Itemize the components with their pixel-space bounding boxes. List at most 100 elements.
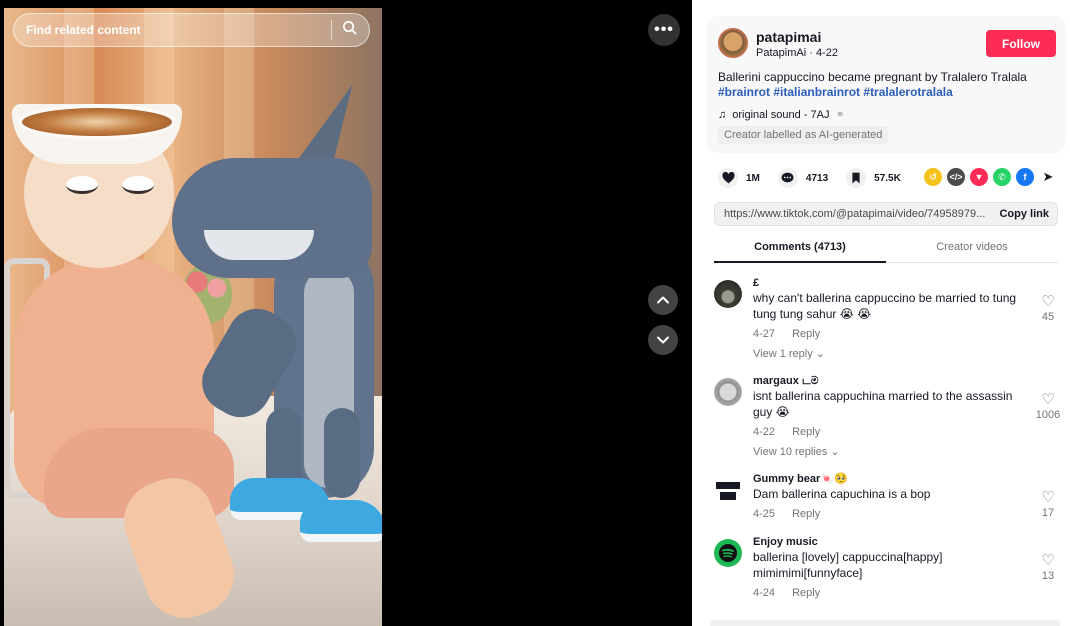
comment-date: 4-22 [753, 426, 776, 438]
commenter-avatar[interactable] [714, 476, 742, 504]
panel-tabs: Comments (4713) Creator videos [714, 236, 1058, 263]
video-info-card: patapimai PatapimAi · 4-22 Follow Baller… [706, 16, 1066, 153]
share-icons: ↺ </> ▼ ✆ f ➤ [924, 168, 1057, 186]
commenter-avatar[interactable] [714, 280, 742, 308]
comment-like-count: 13 [1041, 570, 1055, 582]
send-icon[interactable]: ▼ [970, 168, 988, 186]
music-note-icon: ♫ [718, 108, 727, 121]
sneaker [300, 500, 382, 542]
video-description: Ballerini cappuccino became pregnant by … [718, 70, 1058, 100]
hashtag-link[interactable]: #tralalerotralala [863, 85, 952, 99]
action-bar: 1M 4713 57.5K ↺ </> ▼ ✆ f ➤ [718, 168, 1062, 188]
tab-comments[interactable]: Comments (4713) [714, 236, 886, 263]
video-player[interactable] [4, 8, 382, 626]
comment-icon [777, 168, 798, 188]
comment-text: why can't ballerina cappuccino be marrie… [753, 291, 1017, 321]
copy-link-button[interactable]: Copy link [991, 208, 1057, 220]
comment-text: ballerina [lovely] cappuccina[happy] mim… [753, 550, 943, 580]
save-action[interactable]: 57.5K [846, 168, 901, 188]
like-action[interactable]: 1M [718, 168, 760, 188]
commenter-name[interactable]: margaux டම [753, 374, 1025, 388]
video-link-row: https://www.tiktok.com/@patapimai/video/… [714, 202, 1058, 226]
heart-outline-icon: ♡ [1041, 552, 1055, 569]
comment-like[interactable]: ♡ 1006 [1032, 392, 1064, 422]
comment-like-count: 17 [1041, 507, 1055, 519]
author-meta: PatapimAi · 4-22 [756, 47, 838, 59]
reply-button[interactable]: Reply [792, 508, 820, 520]
reply-button[interactable]: Reply [792, 426, 820, 438]
comment-body: Enjoy music ballerina [lovely] cappuccin… [753, 535, 1025, 600]
comment-body: Gummy bear🍬🥺 Dam ballerina capuchina is … [753, 472, 1025, 521]
comment-action[interactable]: 4713 [777, 168, 829, 188]
like-count: 1M [746, 172, 760, 184]
comment-meta: 4-24 Reply [753, 586, 1025, 600]
author-avatar[interactable] [718, 28, 748, 58]
author-handle: PatapimAi [756, 47, 807, 59]
chevron-down-icon [657, 336, 669, 344]
heart-outline-icon: ♡ [1041, 489, 1055, 506]
comment-date: 4-27 [753, 328, 776, 340]
commenter-avatar[interactable] [714, 539, 742, 567]
cricket-logo-icon [716, 482, 740, 500]
comment-item: margaux டම isnt ballerina cappuchina mar… [714, 374, 1064, 472]
comment-like[interactable]: ♡ 13 [1032, 553, 1064, 583]
save-count: 57.5K [874, 172, 901, 184]
latte-art [18, 104, 176, 140]
comment-date: 4-24 [753, 587, 776, 599]
sound-label: original sound - 7AJ [732, 108, 830, 121]
heart-outline-icon: ♡ [1041, 391, 1055, 408]
comment-item: Gummy bear🍬🥺 Dam ballerina capuchina is … [714, 472, 1064, 535]
share-arrow-icon[interactable]: ➤ [1039, 168, 1057, 186]
code-icon[interactable]: </> [947, 168, 965, 186]
comment-item: £ why can't ballerina cappuccino be marr… [714, 276, 1064, 374]
facebook-icon[interactable]: f [1016, 168, 1034, 186]
more-options-button[interactable]: ••• [648, 14, 680, 46]
next-video-button[interactable] [648, 325, 678, 355]
reply-button[interactable]: Reply [792, 328, 820, 340]
search-input[interactable] [26, 23, 321, 37]
hashtag-link[interactable]: #brainrot [718, 85, 770, 99]
heart-icon [718, 168, 738, 188]
search-divider [331, 20, 332, 40]
author-name[interactable]: patapimai [756, 29, 821, 45]
commenter-avatar[interactable] [714, 378, 742, 406]
comment-count: 4713 [805, 172, 829, 184]
post-date: 4-22 [815, 47, 838, 59]
comment-like[interactable]: ♡ 45 [1032, 294, 1064, 324]
side-panel: patapimai PatapimAi · 4-22 Follow Baller… [692, 0, 1070, 626]
search-icon[interactable] [342, 20, 357, 40]
view-replies-button[interactable]: View 1 reply ⌄ [753, 347, 1025, 361]
comment-text: Dam ballerina capuchina is a bop [753, 487, 931, 501]
search-bar[interactable] [13, 13, 370, 47]
comment-meta: 4-25 Reply [753, 507, 1025, 521]
reply-button[interactable]: Reply [792, 587, 820, 599]
bookmark-icon [846, 168, 867, 188]
heart-outline-icon: ♡ [1041, 293, 1055, 310]
commenter-name[interactable]: Enjoy music [753, 535, 1025, 549]
video-url: https://www.tiktok.com/@patapimai/video/… [724, 208, 986, 220]
tab-creator-videos[interactable]: Creator videos [886, 236, 1058, 262]
comment-input-bar[interactable] [710, 620, 1060, 626]
tiktok-video-page: ••• patapimai PatapimAi · 4-22 Follow Ba… [0, 0, 1070, 626]
embed-icon[interactable]: ↺ [924, 168, 942, 186]
ai-generated-label: Creator labelled as AI-generated [718, 126, 889, 144]
ballerina-eye [66, 176, 98, 194]
comment-body: £ why can't ballerina cappuccino be marr… [753, 276, 1025, 361]
ellipsis-icon: ••• [654, 21, 674, 38]
video-pane: ••• [0, 0, 692, 626]
previous-video-button[interactable] [648, 285, 678, 315]
meta-separator: · [809, 47, 816, 59]
commenter-name[interactable]: £ [753, 276, 1025, 290]
commenter-name[interactable]: Gummy bear🍬🥺 [753, 472, 1025, 486]
view-replies-button[interactable]: View 10 replies ⌄ [753, 445, 1025, 459]
comment-date: 4-25 [753, 508, 776, 520]
comment-list: £ why can't ballerina cappuccino be marr… [714, 276, 1064, 609]
follow-button[interactable]: Follow [986, 30, 1056, 57]
comment-like[interactable]: ♡ 17 [1032, 490, 1064, 520]
comment-text: isnt ballerina cappuchina married to the… [753, 389, 1013, 419]
comment-like-count: 1006 [1035, 409, 1061, 421]
headphones-icon: ⚭ [835, 109, 845, 121]
whatsapp-icon[interactable]: ✆ [993, 168, 1011, 186]
sound-link[interactable]: ♫ original sound - 7AJ ⚭ [718, 108, 845, 122]
hashtag-link[interactable]: #italianbrainrot [773, 85, 860, 99]
